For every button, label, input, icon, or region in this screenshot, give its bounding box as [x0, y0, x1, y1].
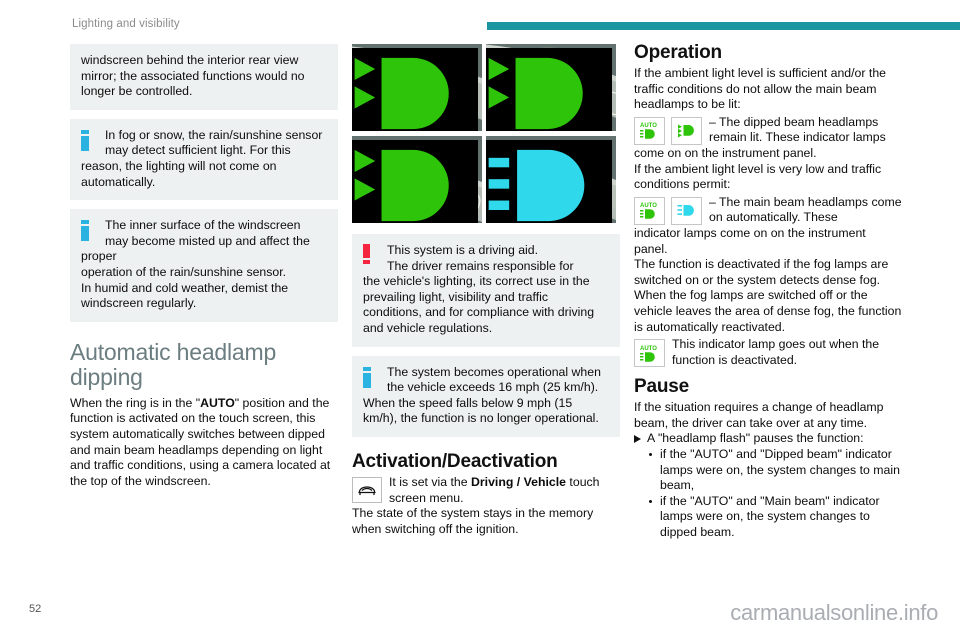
main-beam-row: AUTO – The main beam headlamps come on a…: [634, 195, 902, 257]
pause-bullet-1: if the "AUTO" and "Dipped beam" indicato…: [648, 447, 902, 494]
pause-bullet-2-text: if the "AUTO" and "Main beam" indicator …: [660, 493, 880, 540]
section-heading-pause: Pause: [634, 376, 689, 398]
speed-note-rest: When the speed falls below 9 mph (15 km/…: [363, 395, 599, 426]
section-heading-automatic-headlamp-dipping: Automatic headlamp dipping: [70, 338, 277, 390]
illustration-panel-bottom-right: [486, 136, 616, 223]
info-note-2-rest-2: In humid and cold weather, demist the wi…: [81, 280, 289, 311]
info-note-box-1: In fog or snow, the rain/sunshine sensor…: [70, 118, 338, 201]
dipped-beam-text-rest: come on on the instrument panel.: [634, 145, 817, 160]
continued-note-text: windscreen behind the interior rear view…: [81, 53, 305, 99]
headlamp-dipping-illustration: [352, 44, 616, 224]
warning-icon: [363, 243, 381, 273]
illustration-panel-bottom-left: [352, 136, 482, 223]
info-icon: [81, 128, 99, 158]
dipped-beam-icon: [671, 116, 702, 145]
pause-bullet-1-text: if the "AUTO" and "Dipped beam" indicato…: [660, 447, 900, 493]
pause-intro: If the situation requires a change of he…: [634, 400, 884, 430]
warning-lead-2: The driver remains responsible for: [387, 258, 574, 273]
manual-page: Lighting and visibility windscreen behin…: [0, 0, 960, 640]
info-icon: [81, 218, 99, 248]
info-note-1-lead: In fog or snow, the rain/sunshine sensor…: [105, 127, 323, 158]
main-beam-iconset: AUTO: [634, 196, 702, 225]
panel-badge-top-left: [352, 48, 478, 131]
column-middle: This system is a driving aid. The driver…: [352, 44, 620, 537]
illustration-panel-top-right: [486, 44, 616, 131]
memory-text: The state of the system stays in the mem…: [352, 506, 594, 536]
auto-keyword: AUTO: [200, 395, 235, 410]
info-note-2-lead: The inner surface of the windscreen may …: [81, 218, 310, 264]
warning-lead-1: This system is a driving aid.: [387, 243, 539, 257]
dipped-beam-row: AUTO – The dipped beam headlamps remain …: [634, 115, 902, 162]
main-beam-icon: [671, 196, 702, 225]
deactivate-row: AUTO This indicator lamp goes out when t…: [634, 337, 902, 368]
arrow-right-icon: [634, 435, 641, 444]
automatic-dipping-paragraph: When the ring is in the "AUTO" position …: [70, 396, 338, 490]
section-heading-activation-deactivation: Activation/Deactivation: [352, 450, 558, 472]
main-beam-text-rest: indicator lamps come on on the instrumen…: [634, 225, 866, 256]
low-light-intro: If the ambient light level is very low a…: [634, 161, 882, 192]
fog-lamp-text: The function is deactivated if the fog l…: [634, 257, 902, 334]
auto-headlamp-icon: AUTO: [634, 116, 665, 145]
dipped-beam-iconset: AUTO: [634, 116, 702, 145]
warning-note-box: This system is a driving aid. The driver…: [352, 234, 620, 347]
column-left: windscreen behind the interior rear view…: [70, 44, 338, 489]
panel-badge-bottom-right: [486, 140, 612, 223]
speed-note-lead: The system becomes operational when the …: [387, 364, 601, 395]
touch-menu-row: It is set via the Driving / Vehicle touc…: [352, 475, 620, 537]
section-heading-operation: Operation: [634, 42, 722, 63]
auto-headlamp-icon: AUTO: [634, 196, 665, 225]
continued-note-box: windscreen behind the interior rear view…: [70, 44, 338, 110]
page-title: Lighting and visibility: [72, 18, 180, 30]
warning-rest: the vehicle's lighting, its correct use …: [363, 274, 595, 335]
illustration-panel-top-left: [352, 44, 482, 131]
para-part-a: When the ring is in the ": [70, 395, 201, 410]
car-front-icon: [352, 476, 382, 503]
touch-text-a: It is set via the: [389, 474, 472, 489]
svg-text:AUTO: AUTO: [640, 346, 657, 352]
info-note-1-rest: reason, the lighting will not come on au…: [81, 158, 277, 189]
info-note-box-2: The inner surface of the windscreen may …: [70, 209, 338, 322]
column-right: Operation If the ambient light level is …: [634, 42, 902, 541]
page-number: 52: [29, 603, 42, 615]
panel-badge-bottom-left: [352, 140, 478, 223]
header-accent-rule: [487, 22, 960, 30]
svg-text:AUTO: AUTO: [640, 203, 657, 209]
info-note-2-rest-1: operation of the rain/sunshine sensor.: [81, 264, 287, 279]
content-columns: windscreen behind the interior rear view…: [0, 42, 960, 564]
pause-arrow-item: A "headlamp flash" pauses the function:: [634, 431, 902, 447]
svg-text:AUTO: AUTO: [640, 123, 657, 129]
deactivate-text: This indicator lamp goes out when the fu…: [672, 337, 880, 367]
deactivate-iconset: AUTO: [634, 339, 665, 368]
bullet-dot-icon: [649, 499, 652, 503]
info-icon: [363, 365, 381, 395]
page-header: Lighting and visibility: [0, 18, 960, 40]
auto-headlamp-icon: AUTO: [634, 339, 665, 368]
touch-text-bold: Driving / Vehicle: [471, 474, 567, 489]
pause-bullet-2: if the "AUTO" and "Main beam" indicator …: [648, 494, 902, 541]
panel-badge-top-right: [486, 48, 612, 131]
pause-arrow-text: A "headlamp flash" pauses the function:: [647, 431, 864, 446]
bullet-dot-icon: [649, 453, 652, 457]
car-front-iconbox: [352, 476, 382, 503]
info-note-box-speed: The system becomes operational when the …: [352, 355, 620, 437]
touch-menu-text: It is set via the Driving / Vehicle touc…: [352, 475, 620, 506]
operation-intro: If the ambient light level is sufficient…: [634, 66, 887, 112]
watermark: carmanualsonline.info: [730, 600, 938, 625]
